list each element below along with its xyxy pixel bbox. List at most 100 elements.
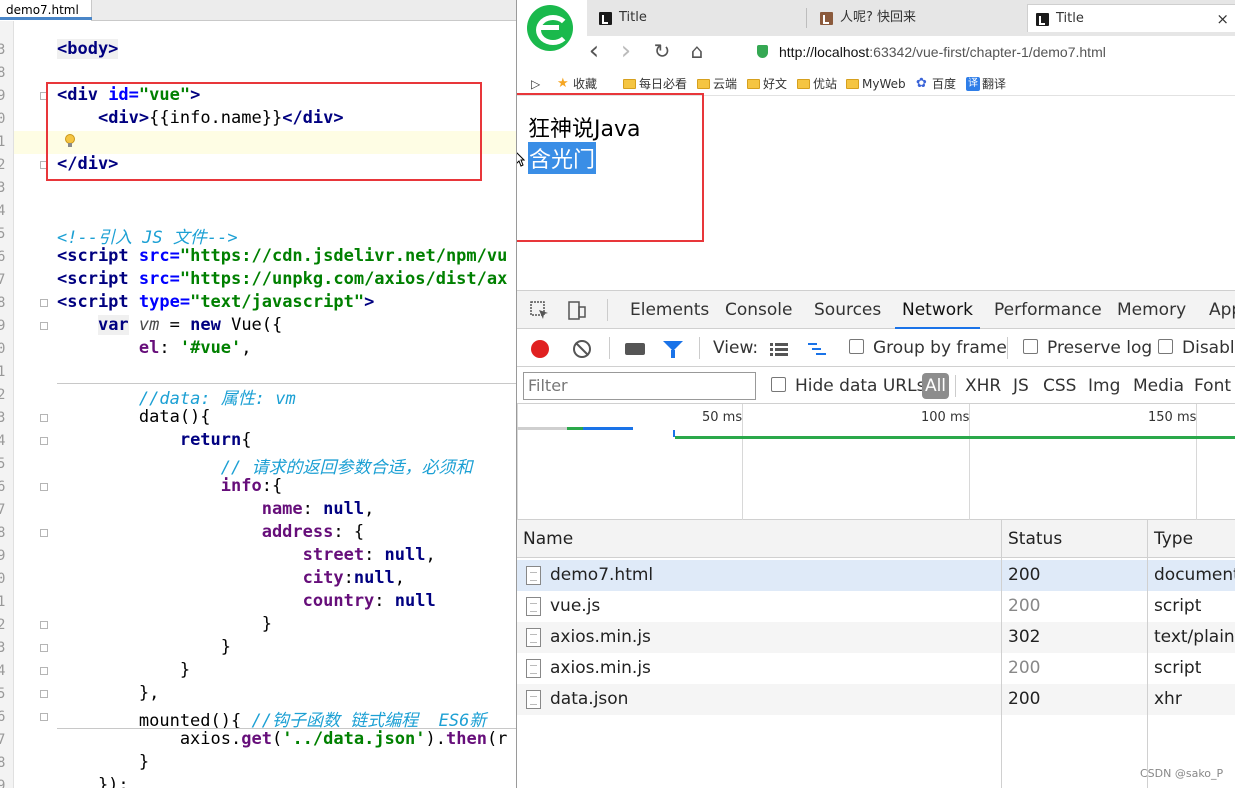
bookmark-articles[interactable]: 好文 (747, 75, 787, 93)
filter-css-button[interactable]: CSS (1043, 368, 1076, 404)
filter-all-button[interactable]: All (922, 373, 949, 399)
table-row[interactable]: axios.min.js 200 script (517, 653, 1235, 684)
code-line[interactable]: axios.get('../data.json').then(r (57, 729, 508, 752)
browser-tab-title-1[interactable]: Title (591, 4, 801, 32)
code-line[interactable]: var vm = new Vue({ (57, 315, 282, 338)
table-row[interactable]: data.json 200 xhr (517, 684, 1235, 715)
column-status[interactable]: Status (1002, 520, 1062, 558)
code-line[interactable]: } (57, 752, 149, 775)
browser-tab-site[interactable]: 人呢? 快回来 (812, 4, 1017, 32)
filter-media-button[interactable]: Media (1133, 368, 1184, 404)
fold-marker-icon[interactable] (40, 322, 48, 330)
bookmark-favorites[interactable]: ★ 收藏 (557, 75, 597, 93)
browser-tab-title-active[interactable]: Title × (1027, 4, 1235, 32)
tab-elements[interactable]: Elements (623, 291, 716, 329)
fold-marker-icon[interactable] (40, 529, 48, 537)
filter-input[interactable]: Filter (523, 372, 756, 400)
code-line[interactable]: } (57, 614, 272, 637)
tab-sources[interactable]: Sources (807, 291, 888, 329)
group-by-frame-checkbox[interactable]: Group by frame (849, 329, 1007, 367)
code-line[interactable]: info:{ (57, 476, 282, 499)
fold-marker-icon[interactable] (40, 713, 48, 721)
bookmarks-toggle-icon[interactable]: ▷ (531, 75, 540, 93)
bookmark-label: 云端 (713, 77, 738, 91)
code-line[interactable]: return{ (57, 430, 252, 453)
bookmark-cloud[interactable]: 云端 (697, 75, 737, 93)
filter-img-button[interactable]: Img (1088, 368, 1120, 404)
bookmark-sites[interactable]: 优站 (797, 75, 837, 93)
bookmark-myweb[interactable]: MyWeb (846, 75, 906, 93)
code-line[interactable]: } (57, 660, 190, 683)
preserve-log-checkbox[interactable]: Preserve log (1023, 329, 1152, 367)
column-type[interactable]: Type (1148, 520, 1193, 558)
table-row[interactable]: vue.js 200 script (517, 591, 1235, 622)
hide-data-urls-checkbox[interactable]: Hide data URLs (771, 368, 925, 404)
fold-marker-icon[interactable] (40, 667, 48, 675)
column-name[interactable]: Name (517, 520, 573, 558)
tab-application[interactable]: App (1202, 291, 1235, 329)
reload-button[interactable]: ↻ (651, 40, 673, 62)
large-rows-icon[interactable] (769, 339, 789, 359)
checkbox-label: Hide data URLs (795, 376, 926, 396)
address-bar[interactable]: http://localhost:63342/vue-first/chapter… (757, 40, 1227, 64)
code-line[interactable]: address: { (57, 522, 364, 545)
fold-marker-icon[interactable] (40, 483, 48, 491)
tab-memory[interactable]: Memory (1110, 291, 1193, 329)
bookmark-daily[interactable]: 每日必看 (623, 75, 687, 93)
waterfall-view-icon[interactable] (807, 339, 827, 359)
fold-marker-icon[interactable] (40, 644, 48, 652)
filter-xhr-button[interactable]: XHR (965, 368, 1001, 404)
code-token: '#vue' (179, 338, 242, 358)
fold-marker-icon[interactable] (40, 437, 48, 445)
code-line[interactable]: data(){ (57, 407, 211, 430)
filter-font-button[interactable]: Font (1194, 368, 1231, 404)
forward-button[interactable]: › (615, 38, 637, 64)
back-button[interactable]: ‹ (583, 38, 605, 64)
page-viewport[interactable]: 狂神说Java 含光门 (517, 93, 1235, 290)
filter-js-button[interactable]: JS (1013, 368, 1029, 404)
home-button[interactable]: ⌂ (686, 40, 708, 62)
code-line[interactable]: <!--引入 JS 文件--> (57, 223, 238, 248)
code-line[interactable]: el: '#vue', (57, 338, 252, 361)
tab-console[interactable]: Console (718, 291, 800, 329)
network-overview-timeline[interactable]: 50 ms 100 ms 150 ms (517, 404, 1235, 520)
code-line[interactable]: }, (57, 683, 159, 706)
browser-logo-icon[interactable] (527, 5, 573, 51)
tab-close-icon[interactable]: × (1216, 5, 1229, 33)
tab-performance[interactable]: Performance (987, 291, 1109, 329)
fold-marker-icon[interactable] (40, 414, 48, 422)
table-row[interactable]: demo7.html 200 document (517, 560, 1235, 591)
code-line[interactable]: street: null, (57, 545, 436, 568)
table-row[interactable]: axios.min.js 302 text/plain (517, 622, 1235, 653)
device-toolbar-icon[interactable] (567, 301, 587, 321)
editor-tab-demo7[interactable]: demo7.html (0, 0, 92, 21)
code-line[interactable]: city:null, (57, 568, 405, 591)
fold-marker-icon[interactable] (40, 621, 48, 629)
code-token: then (445, 729, 487, 749)
code-line[interactable]: //data: 属性: vm (57, 384, 296, 409)
code-line[interactable]: <script src="https://unpkg.com/axios/dis… (57, 269, 507, 292)
code-line[interactable]: <body> (57, 39, 119, 62)
screenshot-camera-icon[interactable] (625, 343, 645, 355)
code-line[interactable]: <script src="https://cdn.jsdelivr.net/np… (57, 246, 507, 269)
clear-button[interactable] (573, 340, 591, 358)
code-line[interactable]: // 请求的返回参数合适，必须和 (57, 453, 473, 478)
fold-marker-icon[interactable] (40, 690, 48, 698)
inspect-element-icon[interactable] (530, 301, 550, 321)
code-editor[interactable]: demo7.html <body> <div id="vue"> <div>{{i… (0, 0, 516, 788)
code-line[interactable]: country: null (57, 591, 436, 614)
fold-marker-icon[interactable] (40, 299, 48, 307)
tab-network[interactable]: Network (895, 291, 980, 329)
bookmark-translate[interactable]: 译翻译 (966, 75, 1006, 93)
request-name: axios.min.js (550, 658, 651, 678)
record-button[interactable] (531, 340, 549, 358)
bookmark-baidu[interactable]: ✿ 百度 (916, 75, 956, 93)
code-line[interactable]: } (57, 637, 231, 660)
disable-cache-checkbox[interactable]: Disable (1158, 329, 1235, 367)
code-line[interactable]: }); (57, 775, 129, 788)
code-token: ). (425, 729, 446, 749)
code-line[interactable]: <script type="text/javascript"> (57, 292, 374, 315)
code-line[interactable]: mounted(){ //钩子函数 链式编程 ES6新 (57, 706, 486, 731)
code-line[interactable]: name: null, (57, 499, 375, 522)
filter-funnel-icon[interactable] (663, 341, 683, 358)
